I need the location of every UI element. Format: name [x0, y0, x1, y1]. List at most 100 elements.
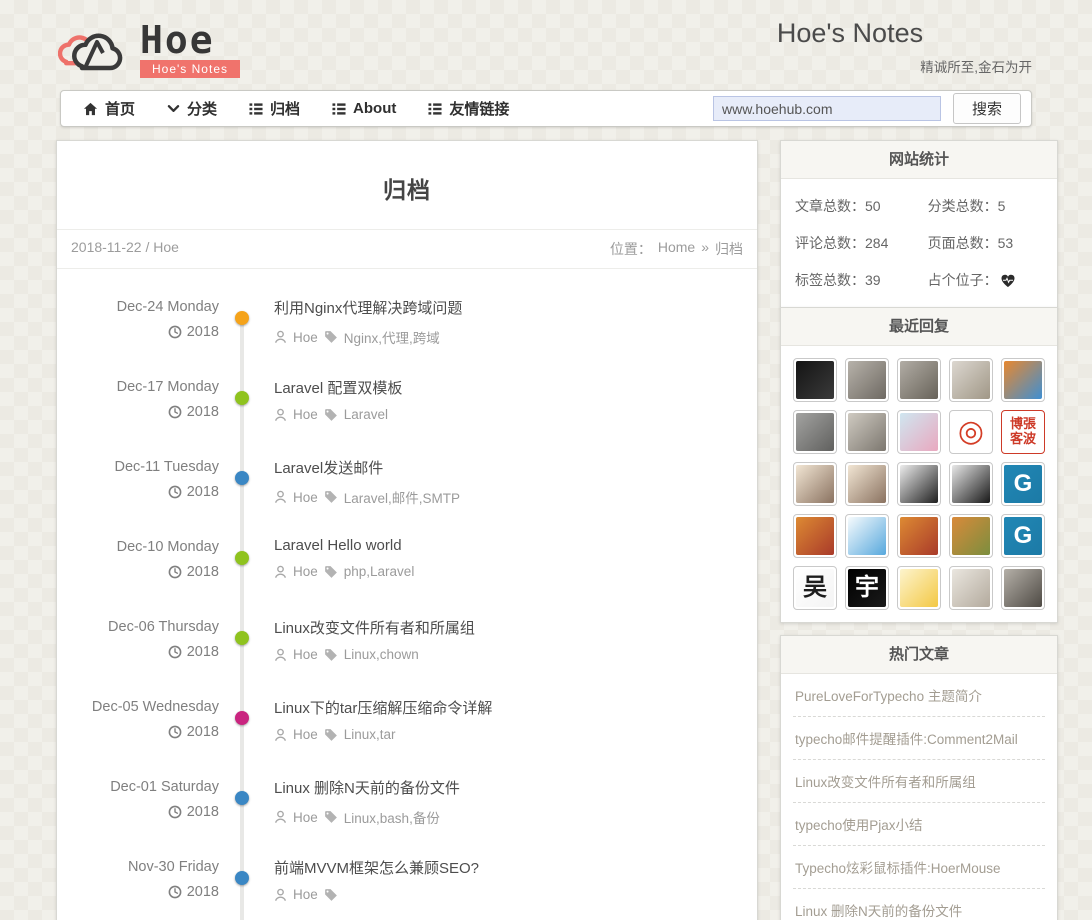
list-icon	[428, 102, 442, 115]
commenter-avatar[interactable]	[793, 462, 837, 506]
hot-article-link[interactable]: Linux改变文件所有者和所属组	[793, 760, 1045, 803]
entry-tags[interactable]: php,Laravel	[344, 564, 415, 579]
stat-label: 页面总数：	[927, 235, 998, 251]
entry-tags[interactable]: Nginx,代理,跨域	[344, 327, 440, 347]
clock-icon	[168, 565, 182, 579]
commenter-avatar[interactable]: 宇	[845, 566, 889, 610]
search-button[interactable]: 搜索	[952, 93, 1021, 124]
entry-year: 2018	[57, 564, 219, 580]
avatar-image	[848, 413, 886, 451]
entry-author: Hoe	[293, 727, 318, 742]
commenter-avatar[interactable]	[897, 566, 941, 610]
clock-icon	[168, 805, 182, 819]
entry-tags[interactable]: Laravel	[344, 407, 388, 422]
entry-author: Hoe	[293, 887, 318, 902]
hot-article-link[interactable]: Typecho炫彩鼠标插件:HoerMouse	[793, 846, 1045, 889]
entry-date: Dec-06 Thursday	[108, 619, 219, 635]
post-title-link[interactable]: Laravel 配置双模板	[274, 377, 402, 398]
post-title-link[interactable]: Laravel Hello world	[274, 537, 402, 554]
post-title-link[interactable]: 利用Nginx代理解决跨域问题	[274, 297, 462, 318]
post-title-link[interactable]: Linux改变文件所有者和所属组	[274, 617, 475, 638]
nav-item-分类[interactable]: 分类	[167, 98, 217, 119]
stat-label: 评论总数：	[795, 235, 865, 251]
nav-item-label: 分类	[187, 101, 218, 118]
entry-author: Hoe	[293, 647, 318, 662]
entry-tags[interactable]: Linux,bash,备份	[344, 807, 440, 827]
commenter-avatar[interactable]	[845, 462, 889, 506]
commenter-avatar[interactable]	[949, 462, 993, 506]
entry-meta: Hoe	[274, 887, 741, 902]
commenter-avatar[interactable]	[897, 410, 941, 454]
commenter-avatar[interactable]	[793, 358, 837, 402]
commenter-avatar[interactable]: 博張 客波	[1001, 410, 1045, 454]
entry-tags[interactable]: Linux,chown	[344, 647, 419, 662]
avatar-image: G	[1004, 517, 1042, 555]
commenter-avatar[interactable]: 吴	[793, 566, 837, 610]
hot-article-link[interactable]: Linux 删除N天前的备份文件	[793, 889, 1045, 920]
breadcrumb-home-link[interactable]: Home	[658, 239, 695, 259]
avatar-grid: ◎ 博張 客波 G G 吴 宇	[781, 346, 1057, 622]
commenter-avatar[interactable]	[845, 514, 889, 558]
hot-article-link[interactable]: typecho邮件提醒插件:Comment2Mail	[793, 717, 1045, 760]
commenter-avatar[interactable]	[1001, 358, 1045, 402]
timeline-dot	[235, 791, 249, 805]
site-subtitle: 精诚所至,金石为开	[920, 60, 1032, 75]
logo-text: Hoe	[140, 18, 215, 62]
hot-article-link[interactable]: typecho使用Pjax小结	[793, 803, 1045, 846]
entry-body: Laravel发送邮件 Hoe Laravel,邮件,SMTP	[274, 457, 741, 507]
timeline-entry: Nov-30 Friday 2018 前端MVVM框架怎么兼顾SEO? Hoe	[57, 857, 757, 920]
clock-icon	[168, 645, 182, 659]
entry-body: 利用Nginx代理解决跨域问题 Hoe Nginx,代理,跨域	[274, 297, 741, 347]
avatar-image	[900, 569, 938, 607]
commenter-avatar[interactable]: ◎	[949, 410, 993, 454]
commenter-avatar[interactable]	[897, 462, 941, 506]
entry-year: 2018	[57, 324, 219, 340]
commenter-avatar[interactable]	[949, 566, 993, 610]
nav-item-首页[interactable]: 首页	[83, 98, 135, 119]
entry-author: Hoe	[293, 407, 318, 422]
commenter-avatar[interactable]	[1001, 566, 1045, 610]
stat-cell: 文章总数： 50	[795, 196, 928, 216]
entry-meta: Hoe Nginx,代理,跨域	[274, 327, 741, 347]
post-title-link[interactable]: Linux下的tar压缩解压缩命令详解	[274, 697, 492, 718]
commenter-avatar[interactable]	[793, 410, 837, 454]
user-icon	[274, 728, 287, 741]
page: Hoe Hoe's Notes Hoe's Notes 精诚所至,金石为开 首页…	[0, 0, 1092, 920]
hot-article-link[interactable]: PureLoveForTypecho 主题简介	[793, 674, 1045, 717]
stat-value: 50	[865, 198, 881, 214]
commenter-avatar[interactable]	[897, 358, 941, 402]
commenter-avatar[interactable]	[793, 514, 837, 558]
avatar-image	[796, 465, 834, 503]
nav-item-About[interactable]: About	[332, 100, 396, 117]
commenter-avatar[interactable]	[949, 358, 993, 402]
stat-label: 占个位子：	[927, 272, 998, 288]
post-title-link[interactable]: 前端MVVM框架怎么兼顾SEO?	[274, 857, 479, 878]
commenter-avatar[interactable]: G	[1001, 462, 1045, 506]
nav-item-归档[interactable]: 归档	[249, 98, 300, 119]
page-title: 归档	[383, 177, 431, 203]
post-title-link[interactable]: Linux 删除N天前的备份文件	[274, 777, 460, 798]
entry-tags[interactable]: Linux,tar	[344, 727, 396, 742]
stat-cell: 分类总数： 5	[928, 196, 1043, 216]
commenter-avatar[interactable]	[897, 514, 941, 558]
avatar-image	[796, 361, 834, 399]
commenter-avatar[interactable]	[845, 358, 889, 402]
tag-icon	[324, 648, 337, 661]
entry-author: Hoe	[293, 489, 318, 505]
breadcrumb-label: 位置：	[609, 241, 652, 257]
heartbeat-icon	[1001, 274, 1015, 287]
entry-meta: Hoe Laravel,邮件,SMTP	[274, 487, 741, 507]
entry-body: Laravel 配置双模板 Hoe Laravel	[274, 377, 741, 422]
search-input[interactable]	[712, 96, 941, 121]
commenter-avatar[interactable]: G	[1001, 514, 1045, 558]
commenter-avatar[interactable]	[949, 514, 993, 558]
timeline-dot	[235, 311, 249, 325]
site-logo[interactable]: Hoe Hoe's Notes	[57, 18, 240, 81]
nav-item-友情链接[interactable]: 友情链接	[428, 98, 509, 119]
post-title-link[interactable]: Laravel发送邮件	[274, 457, 383, 478]
avatar-image	[848, 361, 886, 399]
entry-date: Dec-17 Monday	[116, 379, 219, 395]
entry-tags[interactable]: Laravel,邮件,SMTP	[344, 487, 460, 507]
entry-year-text: 2018	[186, 484, 219, 500]
commenter-avatar[interactable]	[845, 410, 889, 454]
